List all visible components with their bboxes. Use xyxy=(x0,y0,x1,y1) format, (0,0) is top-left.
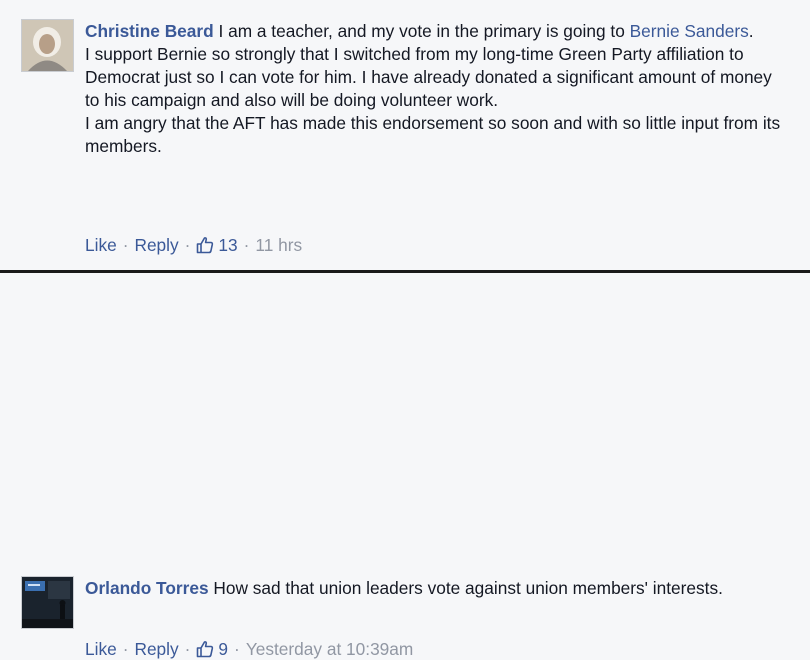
separator: · xyxy=(184,639,191,659)
avatar[interactable] xyxy=(21,576,74,629)
comment-paragraph: I support Bernie so strongly that I swit… xyxy=(85,44,772,110)
like-count[interactable]: 9 xyxy=(196,639,228,659)
mention-link[interactable]: Bernie Sanders xyxy=(630,21,749,41)
comment-actions: Like · Reply · 13 · 11 hrs xyxy=(85,234,302,256)
reply-button[interactable]: Reply xyxy=(134,235,178,255)
separator: · xyxy=(234,639,240,659)
divider xyxy=(0,270,810,273)
like-button[interactable]: Like xyxy=(85,235,117,255)
comment-christine-beard: Christine Beard I am a teacher, and my v… xyxy=(0,0,810,270)
comment-orlando-torres: Orlando Torres How sad that union leader… xyxy=(0,280,810,659)
like-count[interactable]: 13 xyxy=(196,235,238,255)
comment-text-end: . xyxy=(748,21,754,41)
comment-paragraph: I am angry that the AFT has made this en… xyxy=(85,113,781,156)
comment-actions: Like · Reply · 9 · Yesterday at 10:39am xyxy=(85,638,413,660)
separator: · xyxy=(122,639,129,659)
avatar-photo xyxy=(22,20,73,71)
like-button[interactable]: Like xyxy=(85,639,117,659)
thumbs-up-icon xyxy=(197,641,214,658)
separator: · xyxy=(243,235,250,255)
avatar-photo xyxy=(22,577,73,628)
comment-body: Orlando Torres How sad that union leader… xyxy=(85,577,790,600)
like-count-value: 13 xyxy=(218,235,238,255)
timestamp[interactable]: 11 hrs xyxy=(255,235,302,255)
like-count-value: 9 xyxy=(218,639,229,659)
thumbs-up-icon xyxy=(197,237,214,254)
reply-button[interactable]: Reply xyxy=(134,639,178,659)
comment-text: How sad that union leaders vote against … xyxy=(208,578,723,598)
author-name[interactable]: Christine Beard xyxy=(85,21,214,41)
separator: · xyxy=(122,235,129,255)
comment-text: I am a teacher, and my vote in the prima… xyxy=(213,21,630,41)
separator: · xyxy=(184,235,191,255)
comment-body: Christine Beard I am a teacher, and my v… xyxy=(85,20,790,158)
avatar[interactable] xyxy=(21,19,74,72)
timestamp[interactable]: Yesterday at 10:39am xyxy=(246,639,414,659)
author-name[interactable]: Orlando Torres xyxy=(85,578,209,598)
